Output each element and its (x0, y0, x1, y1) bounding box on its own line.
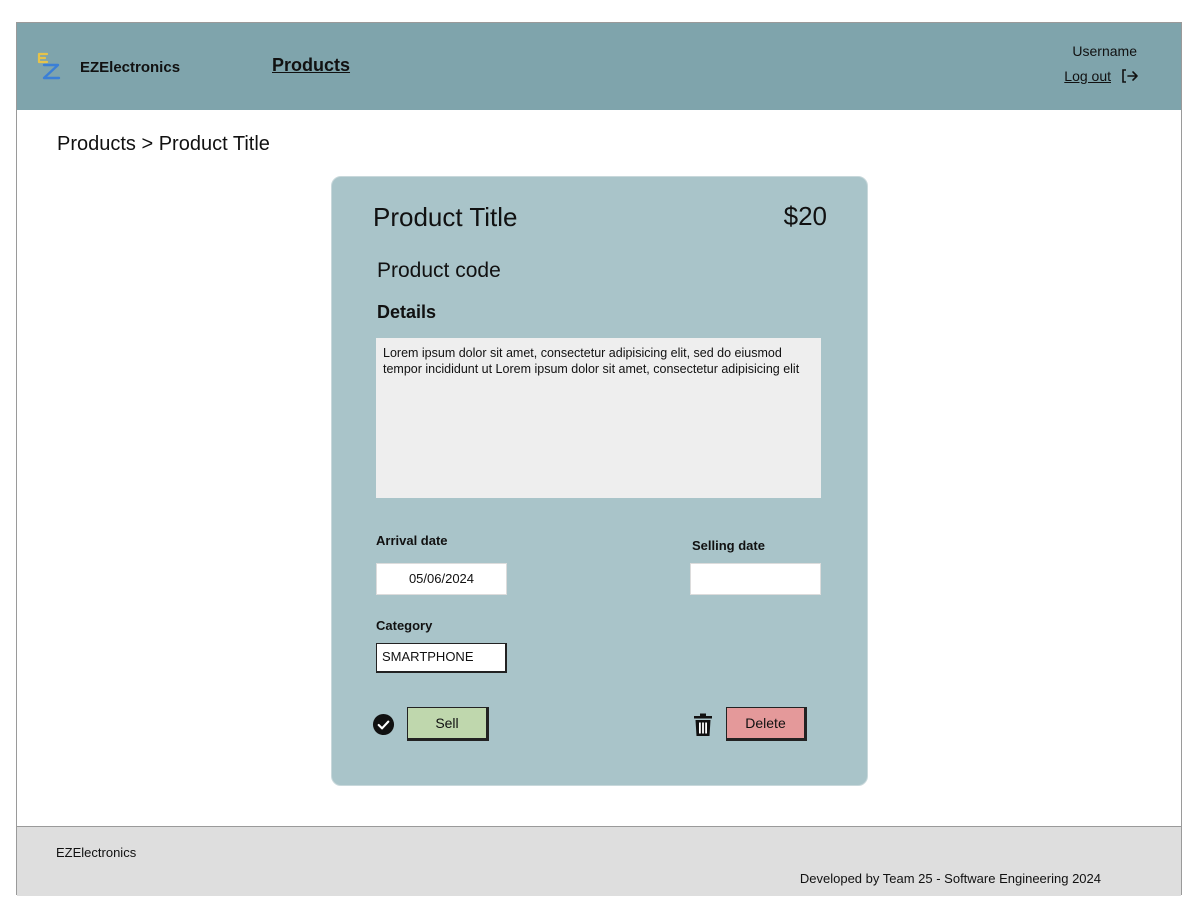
details-heading: Details (377, 302, 437, 322)
logout-label[interactable]: Log out (1064, 68, 1111, 84)
breadcrumb: Products > Product Title (57, 133, 270, 155)
check-circle-icon (372, 713, 395, 736)
product-price: $20 (783, 201, 827, 231)
category-field[interactable]: SMARTPHONE (376, 643, 507, 673)
details-text: Lorem ipsum dolor sit amet, consectetur … (376, 338, 821, 498)
footer-brand: EZElectronics (56, 845, 137, 860)
logout-link[interactable]: Log out (1064, 68, 1139, 84)
product-detail-card: Product Title $20 Product code Details L… (331, 176, 868, 786)
footer-credit: Developed by Team 25 - Software Engineer… (799, 871, 1101, 886)
sell-button[interactable]: Sell (407, 707, 489, 741)
brand-name[interactable]: EZElectronics (80, 59, 180, 76)
app-frame: EZElectronics Products Username Log out … (16, 22, 1182, 896)
footer: EZElectronics Developed by Team 25 - Sof… (17, 826, 1181, 896)
selling-date-field[interactable] (690, 563, 821, 595)
ez-logo-icon[interactable] (36, 51, 62, 81)
nav-products-link[interactable]: Products (272, 55, 350, 76)
product-code: Product code (377, 259, 501, 282)
arrival-date-field[interactable]: 05/06/2024 (376, 563, 507, 595)
top-navbar: EZElectronics Products Username Log out (17, 23, 1181, 110)
category-label: Category (376, 618, 433, 633)
username-label: Username (1072, 43, 1137, 59)
delete-button[interactable]: Delete (726, 707, 807, 741)
trash-icon (694, 713, 712, 736)
logout-icon[interactable] (1121, 68, 1139, 84)
selling-date-label: Selling date (692, 538, 765, 553)
product-title: Product Title (373, 202, 518, 232)
arrival-date-label: Arrival date (376, 533, 448, 548)
